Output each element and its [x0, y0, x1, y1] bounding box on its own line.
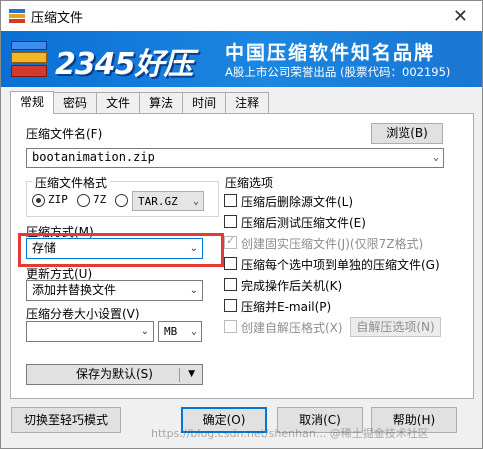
logo-icon	[11, 39, 47, 79]
option-solid-label: 创建固实压缩文件(J)(仅限7Z格式)	[241, 237, 424, 251]
close-icon[interactable]: ✕	[453, 6, 468, 27]
option-separate-checkbox[interactable]	[224, 257, 237, 270]
chevron-down-icon: ⌄	[192, 196, 199, 207]
option-test-label: 压缩后测试压缩文件(E)	[241, 216, 366, 230]
option-email-checkbox[interactable]	[224, 299, 237, 312]
update-value: 添加并替换文件	[32, 283, 117, 297]
brand-banner: 2345好压 中国压缩软件知名品牌 A股上市公司荣誉出品 (股票代码：00219…	[1, 31, 482, 87]
filename-input[interactable]: bootanimation.zip ⌄	[26, 148, 444, 168]
chevron-down-icon[interactable]: ⌄	[433, 149, 439, 166]
split-unit-value: MB	[164, 325, 178, 338]
tab-password[interactable]: 密码	[53, 92, 98, 113]
filename-value: bootanimation.zip	[32, 150, 155, 164]
option-test-checkbox[interactable]	[224, 215, 237, 228]
option-email-label: 压缩并E-mail(P)	[241, 300, 332, 314]
format-combo[interactable]: TAR.GZ ⌄	[132, 191, 204, 211]
filename-label: 压缩文件名(F)	[26, 127, 103, 141]
brand-name: 2345好压	[55, 47, 193, 82]
format-7z-label: 7Z	[93, 193, 107, 206]
light-mode-button[interactable]: 切换至轻巧模式	[11, 407, 121, 433]
option-delete-source-label: 压缩后删除源文件(L)	[241, 195, 354, 209]
chevron-down-icon: ⌄	[189, 285, 198, 296]
option-solid-checkbox[interactable]: ✓	[224, 234, 237, 249]
browse-button[interactable]: 浏览(B)	[371, 123, 443, 144]
format-group-label: 压缩文件格式	[32, 174, 111, 191]
sfx-options-button[interactable]: 自解压选项(N)	[350, 317, 441, 337]
option-shutdown-label: 完成操作后关机(K)	[241, 279, 343, 293]
brand-subtitle: A股上市公司荣誉出品 (股票代码：002195)	[225, 65, 451, 79]
format-zip-label: ZIP	[48, 193, 68, 206]
check-icon: ✓	[226, 234, 236, 247]
update-combo[interactable]: 添加并替换文件 ⌄	[26, 280, 203, 301]
tab-strip: 常规 密码 文件 算法 时间 注释	[10, 91, 270, 114]
dropdown-arrow-icon[interactable]: ▼	[188, 365, 195, 384]
tab-general[interactable]: 常规	[10, 91, 55, 114]
save-default-label: 保存为默认(S)	[76, 367, 153, 381]
window-title: 压缩文件	[31, 10, 84, 26]
tab-time[interactable]: 时间	[182, 92, 227, 113]
option-separate-label: 压缩每个选中项到单独的压缩文件(G)	[241, 258, 440, 272]
option-shutdown-checkbox[interactable]	[224, 278, 237, 291]
chevron-down-icon: ⌄	[140, 326, 149, 337]
title-bar: 压缩文件 ✕	[1, 1, 482, 31]
app-icon	[9, 9, 25, 23]
format-other-radio[interactable]	[115, 194, 128, 207]
format-7z-radio[interactable]	[77, 194, 90, 207]
highlight-box	[18, 233, 224, 267]
option-delete-source-checkbox[interactable]	[224, 194, 237, 207]
split-unit-combo[interactable]: MB ⌄	[158, 321, 202, 342]
brand-slogan: 中国压缩软件知名品牌	[225, 42, 436, 64]
option-sfx-label: 创建自解压格式(X)	[241, 321, 343, 335]
tab-files[interactable]: 文件	[96, 92, 141, 113]
format-combo-value: TAR.GZ	[138, 195, 178, 208]
save-default-button[interactable]: 保存为默认(S) ▼	[26, 364, 203, 385]
format-zip-radio[interactable]	[32, 194, 45, 207]
split-size-combo[interactable]: ⌄	[26, 321, 154, 342]
tab-algorithm[interactable]: 算法	[139, 92, 184, 113]
watermark: https://blog.csdn.net/shenhan... @稀土掘金技术…	[151, 427, 429, 440]
chevron-down-icon: ⌄	[190, 326, 197, 337]
split-label: 压缩分卷大小设置(V)	[26, 307, 140, 321]
tab-comment[interactable]: 注释	[225, 92, 270, 113]
option-sfx-checkbox[interactable]	[224, 320, 237, 333]
options-group-label: 压缩选项	[225, 176, 274, 190]
compress-dialog: 压缩文件 ✕ 2345好压 中国压缩软件知名品牌 A股上市公司荣誉出品 (股票代…	[0, 0, 483, 449]
